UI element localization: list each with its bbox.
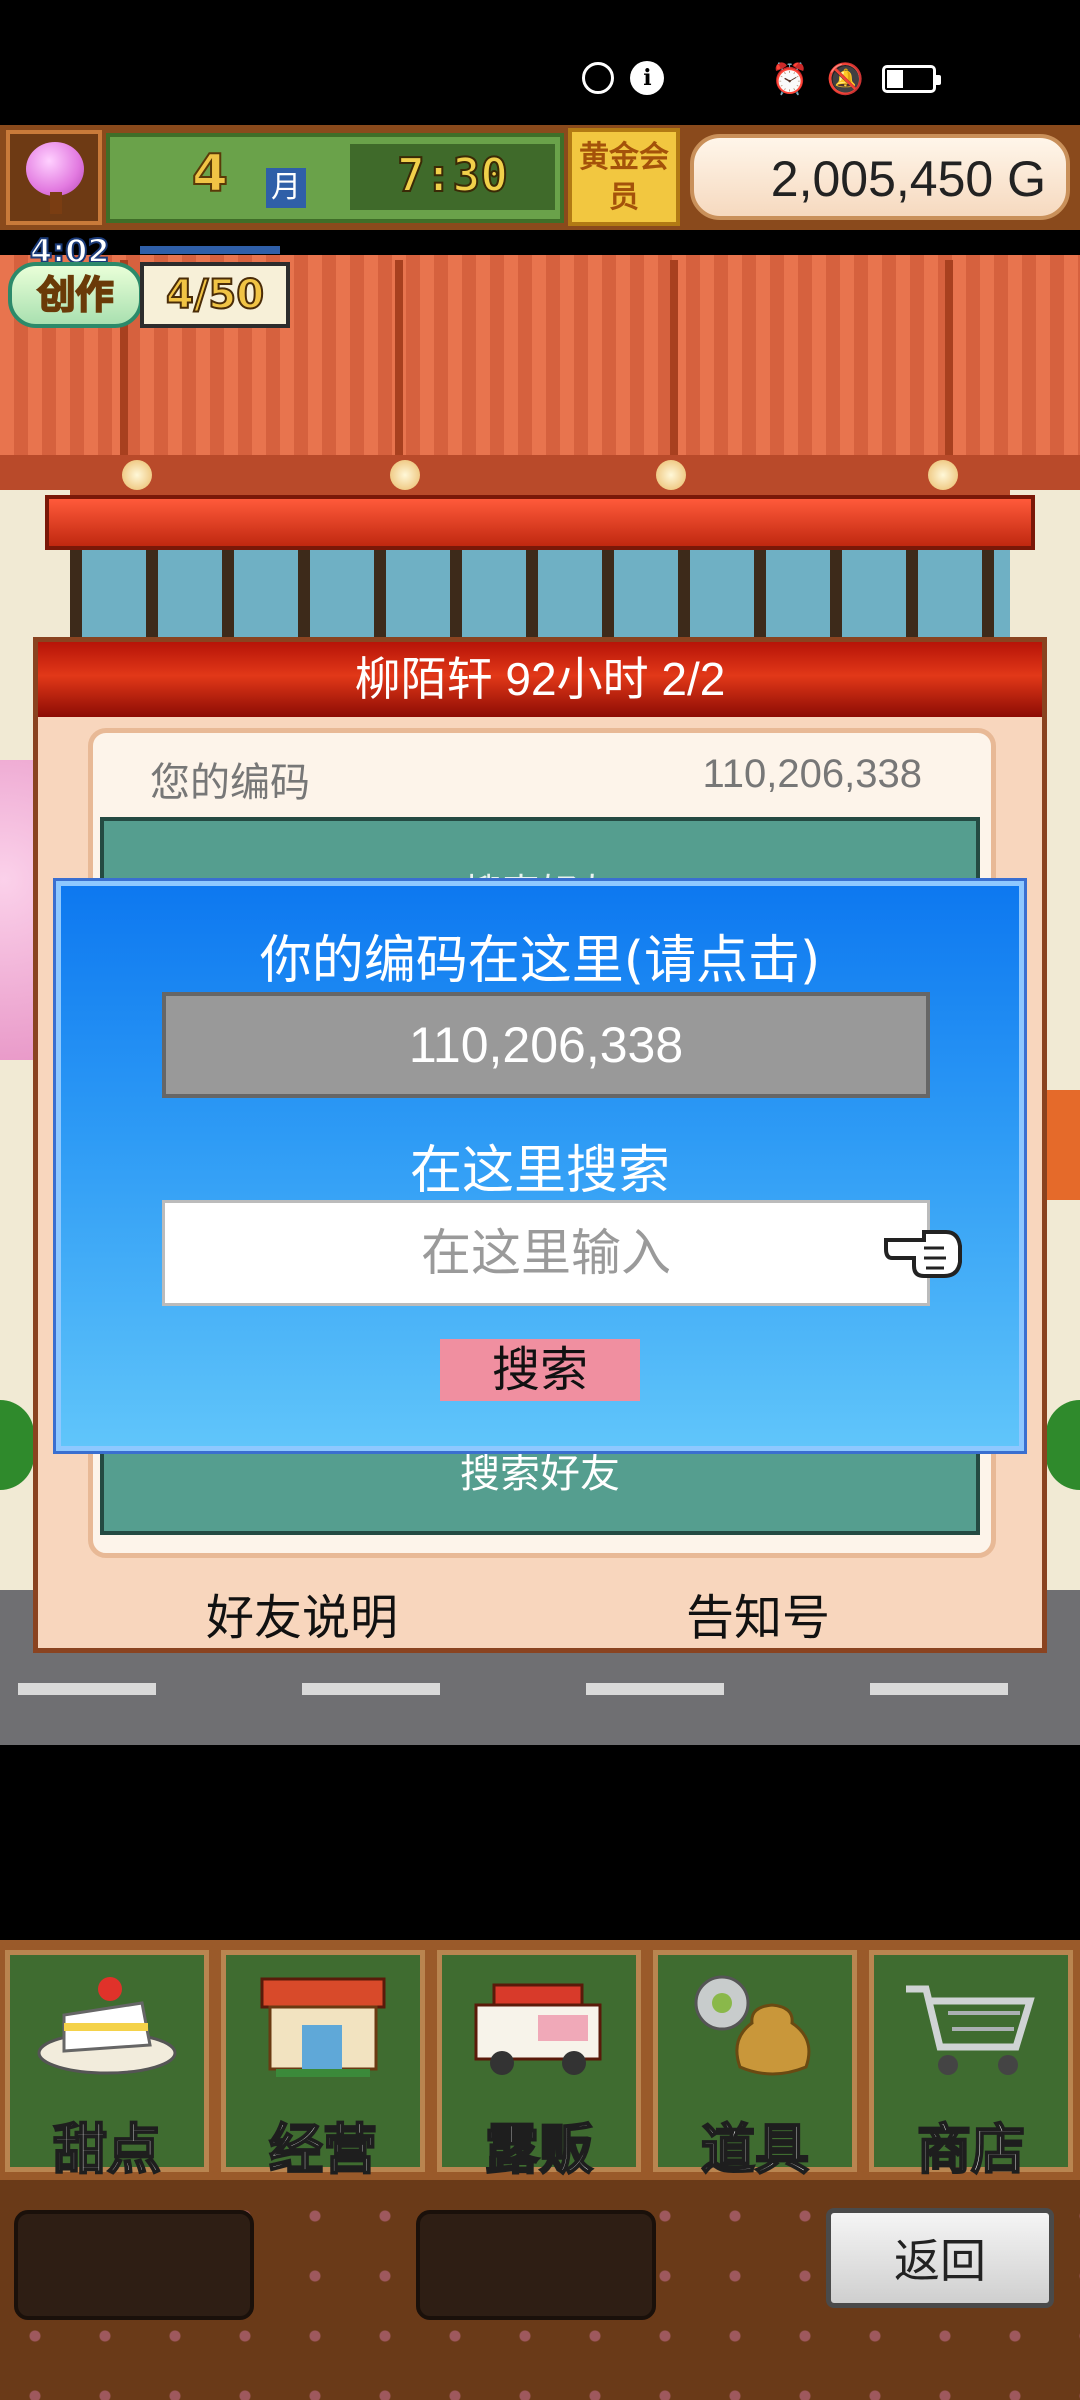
money-value: 2,005,450 G <box>770 151 1046 207</box>
alarm-icon: ⏰ <box>771 61 809 97</box>
lane-marking <box>18 1683 156 1695</box>
awning-pole <box>395 260 403 460</box>
info-icon: i <box>630 61 665 95</box>
menu-label-manage: 经营 <box>268 2117 378 2182</box>
shop-building-icon <box>260 1977 386 2077</box>
your-code-value: 110,206,338 <box>702 752 922 796</box>
month-number: 4 <box>191 143 229 205</box>
item-bag-icon <box>694 1975 811 2076</box>
menu-label-dessert: 甜点 <box>52 2117 162 2182</box>
back-button[interactable]: 返回 <box>826 2208 1054 2308</box>
month-unit: 月 <box>266 168 306 208</box>
shop-sign-bar <box>45 495 1035 550</box>
shopping-cart-icon <box>906 1985 1035 2075</box>
mute-icon: 🔕 <box>826 61 864 97</box>
create-count: 4/50 <box>140 262 290 328</box>
hd2-label: HD2 <box>290 79 326 97</box>
menu-label-store: 商店 <box>916 2117 1026 2182</box>
create-button[interactable]: 创作 <box>8 262 143 328</box>
lamp-icon <box>656 460 686 490</box>
signal-icon: ▂▄▆█ <box>482 60 568 96</box>
awning-pole <box>945 260 953 460</box>
lane-marking <box>302 1683 440 1695</box>
game-clock: 7:30 <box>396 147 509 203</box>
net2-label: 4G <box>461 62 481 76</box>
menu-label-food-truck: 露贩 <box>484 2117 594 2182</box>
lane-marking <box>870 1683 1008 1695</box>
lamp-icon <box>390 460 420 490</box>
net1-label: 4G <box>341 62 360 76</box>
status-left: HD1 HD2 4G ▂▄▆█ 4G ▂▄▆█ · i <box>290 48 665 108</box>
pointing-hand-icon <box>884 1230 962 1278</box>
food-truck-icon <box>474 1983 602 2075</box>
gold-member-badge[interactable]: 黄金会员 <box>568 128 680 226</box>
lamp-icon <box>122 460 152 490</box>
shop-windows <box>70 550 1010 650</box>
hd1-label: HD1 <box>290 59 326 77</box>
lane-marking <box>586 1683 724 1695</box>
awning-edge <box>0 455 1080 495</box>
status-time: 23:51 <box>953 60 1034 97</box>
panel-title: 柳陌轩 92小时 2/2 <box>38 642 1042 717</box>
your-code-label: 您的编码 <box>150 760 310 806</box>
search-input[interactable] <box>162 1200 930 1306</box>
notice-link[interactable]: 告知号 <box>686 1578 830 1648</box>
battery-icon <box>881 65 941 93</box>
signal-icon: ▂▄▆█ <box>361 60 448 96</box>
empty-slot <box>14 2210 254 2320</box>
empty-slot <box>416 2210 656 2320</box>
menu-label-items: 道具 <box>700 2117 810 2182</box>
friend-help-link[interactable]: 好友说明 <box>206 1578 398 1648</box>
timer-icon: · <box>582 62 615 94</box>
create-timer-bar <box>140 246 280 254</box>
search-button[interactable]: 搜索 <box>440 1339 640 1401</box>
your-code-box[interactable]: 110,206,338 <box>162 992 930 1098</box>
side-building <box>1045 1090 1080 1200</box>
status-right: ⏰ 🔕 23:51 <box>771 54 1034 104</box>
spacer <box>0 1745 1080 1940</box>
search-here-label: 在这里搜索 <box>409 1141 670 1201</box>
awning-pole <box>670 260 678 460</box>
hd-indicator: HD1 HD2 <box>290 58 325 98</box>
lamp-icon <box>928 460 958 490</box>
dialog-title: 你的编码在这里(请点击) <box>259 931 821 991</box>
cake-icon <box>37 1977 177 2075</box>
tree-avatar-icon[interactable] <box>6 130 102 225</box>
